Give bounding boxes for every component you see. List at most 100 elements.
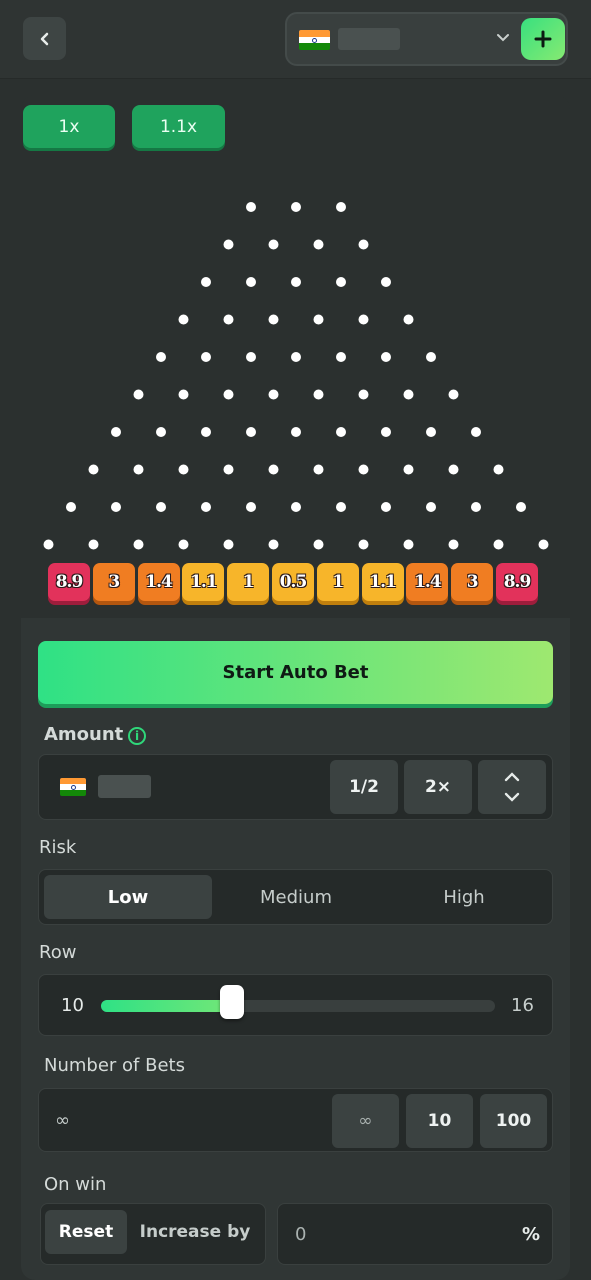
peg — [156, 427, 166, 437]
peg — [246, 502, 256, 512]
peg — [111, 502, 121, 512]
peg — [178, 464, 189, 475]
peg — [538, 539, 549, 550]
back-button[interactable] — [23, 17, 66, 60]
peg — [358, 239, 369, 250]
peg — [223, 314, 234, 325]
bets-100-button[interactable]: 100 — [480, 1094, 547, 1148]
peg — [336, 502, 346, 512]
peg — [426, 502, 436, 512]
peg — [201, 352, 211, 362]
peg — [133, 539, 144, 550]
peg — [223, 389, 234, 400]
peg — [291, 352, 301, 362]
row-slider[interactable]: 10 16 — [38, 974, 553, 1036]
peg — [448, 389, 459, 400]
peg — [336, 277, 346, 287]
balance-hidden — [338, 28, 400, 50]
peg — [313, 464, 324, 475]
row-slider-thumb[interactable] — [220, 985, 245, 1019]
peg — [268, 314, 279, 325]
row-slider-track[interactable] — [101, 1000, 495, 1012]
amount-label: Amount — [44, 724, 124, 745]
peg — [178, 539, 189, 550]
risk-label: Risk — [39, 837, 77, 858]
number-of-bets-field[interactable]: ∞ ∞ 10 100 — [38, 1088, 553, 1152]
multiplier-slot: 1 — [227, 563, 270, 601]
peg — [223, 239, 234, 250]
amount-stepper[interactable] — [478, 760, 546, 814]
multiplier-slot: 1.1 — [361, 563, 404, 601]
peg — [43, 539, 54, 550]
peg — [403, 539, 414, 550]
peg — [336, 202, 346, 212]
peg — [178, 389, 189, 400]
on-win-percent-field[interactable]: 0 % — [277, 1203, 553, 1265]
start-auto-bet-button[interactable]: Start Auto Bet — [38, 641, 553, 704]
top-bar — [0, 0, 591, 79]
peg — [336, 352, 346, 362]
multiplier-slot: 0.5 — [272, 563, 314, 601]
peg — [201, 427, 211, 437]
peg — [268, 464, 279, 475]
on-win-label: On win — [44, 1174, 107, 1195]
on-win-value: 0 — [295, 1224, 307, 1245]
info-icon[interactable]: i — [128, 727, 146, 745]
peg-field — [43, 202, 549, 550]
bets-10-button[interactable]: 10 — [406, 1094, 473, 1148]
double-amount-button[interactable]: 2× — [404, 760, 472, 814]
peg — [88, 539, 99, 550]
peg — [201, 502, 211, 512]
up-down-chevron-icon — [504, 772, 520, 802]
peg — [66, 502, 76, 512]
risk-selector: Low Medium High — [38, 869, 553, 925]
multiplier-slot: 8.9 — [496, 563, 538, 601]
row-slider-fill — [101, 1000, 239, 1012]
peg — [336, 427, 346, 437]
peg — [156, 352, 166, 362]
peg — [381, 352, 391, 362]
row-min-value: 10 — [61, 995, 84, 1016]
india-flag-icon — [60, 778, 86, 796]
plinko-board: 1x 1.1x 8.9 3 1.4 1.1 1 0.5 1 1.1 1.4 3 8.9 — [21, 95, 570, 618]
multiplier-slot: 3 — [451, 563, 494, 601]
multiplier-slot: 1 — [316, 563, 359, 601]
peg — [111, 427, 121, 437]
bets-infinite-button[interactable]: ∞ — [332, 1094, 399, 1148]
multiplier-slot: 1.1 — [182, 563, 225, 601]
peg — [88, 464, 99, 475]
risk-low-button[interactable]: Low — [44, 875, 212, 919]
plus-icon — [534, 30, 552, 48]
game-panel: 1x 1.1x 8.9 3 1.4 1.1 1 0.5 1 1.1 1.4 3 8.9 Start … — [21, 95, 570, 1280]
on-win-reset-button[interactable]: Reset — [45, 1210, 127, 1254]
peg — [358, 314, 369, 325]
chevron-left-icon — [40, 32, 48, 45]
half-amount-button[interactable]: 1/2 — [330, 760, 398, 814]
peg — [291, 502, 301, 512]
multiplier-slot: 3 — [92, 563, 135, 601]
peg — [246, 427, 256, 437]
peg — [313, 314, 324, 325]
peg — [156, 502, 166, 512]
peg — [201, 277, 211, 287]
amount-field[interactable]: 1/2 2× — [38, 754, 553, 820]
peg — [471, 427, 481, 437]
peg — [291, 202, 301, 212]
peg — [358, 539, 369, 550]
risk-high-button[interactable]: High — [380, 875, 548, 919]
risk-medium-button[interactable]: Medium — [212, 875, 380, 919]
india-flag-icon — [299, 30, 330, 50]
peg — [403, 314, 414, 325]
multiplier-slot: 8.9 — [48, 563, 90, 601]
wallet-selector[interactable] — [285, 12, 568, 66]
on-win-increase-by-button[interactable]: Increase by — [133, 1210, 257, 1254]
peg — [381, 502, 391, 512]
deposit-button[interactable] — [521, 18, 565, 60]
peg — [403, 464, 414, 475]
peg — [268, 239, 279, 250]
peg — [426, 352, 436, 362]
peg — [291, 427, 301, 437]
multiplier-slot: 1.4 — [406, 563, 449, 601]
peg — [313, 239, 324, 250]
chevron-down-icon[interactable] — [495, 28, 511, 48]
